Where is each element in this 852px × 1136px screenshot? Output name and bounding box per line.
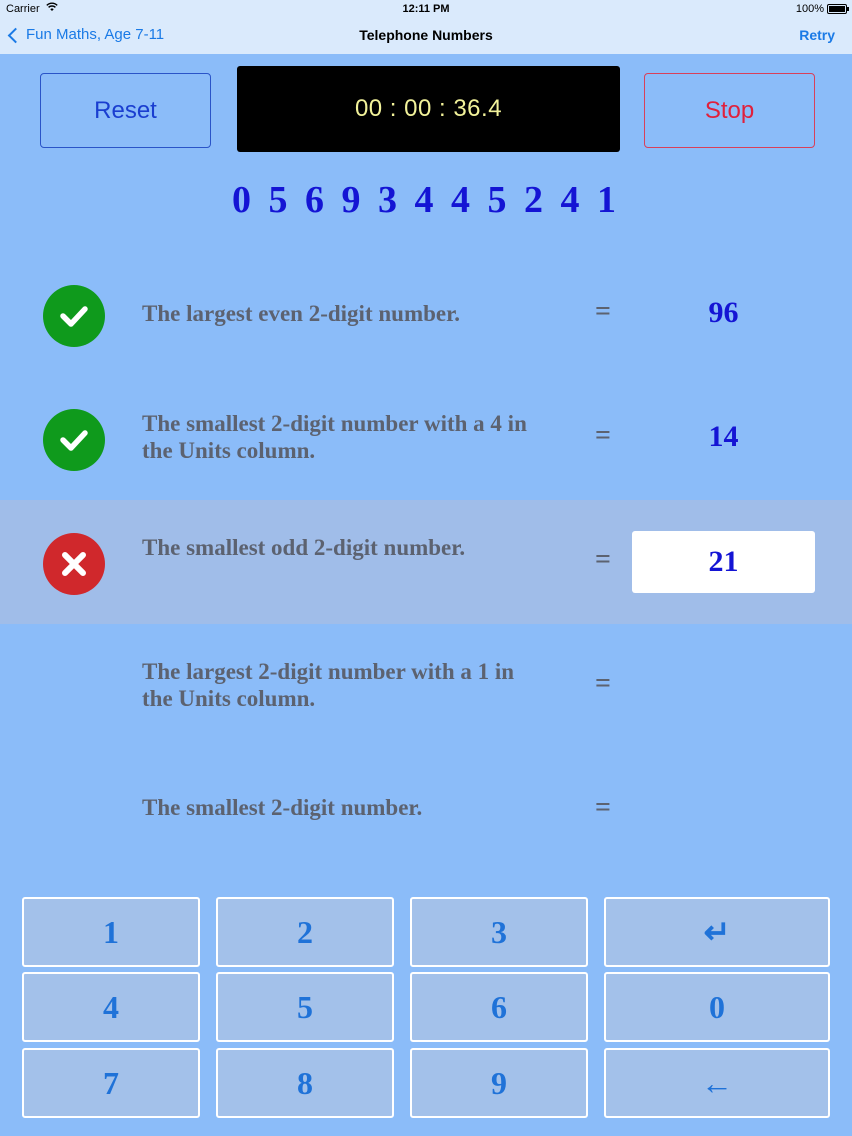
key-9[interactable]: 9 <box>410 1048 588 1118</box>
question-row[interactable]: The smallest 2-digit number. = <box>0 748 852 872</box>
key-5[interactable]: 5 <box>216 972 394 1042</box>
enter-key[interactable]: ↵ <box>604 897 830 967</box>
telephone-number: 0 5 6 9 3 4 4 5 2 4 1 <box>232 179 620 221</box>
page-title: Telephone Numbers <box>359 27 493 43</box>
answer-value: 96 <box>708 296 739 329</box>
question-text: The smallest 2-digit number. <box>142 795 423 820</box>
question-text: The smallest odd 2-digit number. <box>142 535 466 560</box>
key-7[interactable]: 7 <box>22 1048 200 1118</box>
question-text: The smallest 2-digit number with a 4 in … <box>142 411 527 463</box>
navigation-bar: Fun Maths, Age 7-11 Telephone Numbers Re… <box>0 18 852 54</box>
backspace-key[interactable]: ← <box>604 1048 830 1118</box>
answer-input[interactable]: 21 <box>632 531 815 593</box>
key-6[interactable]: 6 <box>410 972 588 1042</box>
question-row-active[interactable]: The smallest odd 2-digit number. = 21 <box>0 500 852 624</box>
question-text: The largest even 2-digit number. <box>142 301 460 326</box>
battery-icon <box>827 4 849 14</box>
status-time: 12:11 PM <box>402 3 450 15</box>
key-0[interactable]: 0 <box>604 972 830 1042</box>
timer-display: 00 : 00 : 36.4 <box>237 66 620 152</box>
equals-sign: = <box>595 792 611 823</box>
key-8[interactable]: 8 <box>216 1048 394 1118</box>
stop-button[interactable]: Stop <box>644 73 815 148</box>
key-4[interactable]: 4 <box>22 972 200 1042</box>
checkmark-icon <box>43 409 105 471</box>
question-row[interactable]: The smallest 2-digit number with a 4 in … <box>0 376 852 500</box>
answer-value: 14 <box>708 420 739 453</box>
question-row[interactable]: The largest even 2-digit number. = 96 <box>0 252 852 376</box>
checkmark-icon <box>43 285 105 347</box>
cross-icon <box>43 533 105 595</box>
battery-percent: 100% <box>795 3 824 15</box>
key-2[interactable]: 2 <box>216 897 394 967</box>
equals-sign: = <box>595 544 611 575</box>
reset-button[interactable]: Reset <box>40 73 211 148</box>
status-bar: Carrier 12:11 PM 100% <box>0 0 852 18</box>
equals-sign: = <box>595 296 611 327</box>
retry-button[interactable]: Retry <box>799 27 835 43</box>
equals-sign: = <box>595 668 611 699</box>
question-row[interactable]: The largest 2-digit number with a 1 in t… <box>0 624 852 748</box>
key-1[interactable]: 1 <box>22 897 200 967</box>
equals-sign: = <box>595 420 611 451</box>
key-3[interactable]: 3 <box>410 897 588 967</box>
question-text: The largest 2-digit number with a 1 in t… <box>142 659 515 711</box>
